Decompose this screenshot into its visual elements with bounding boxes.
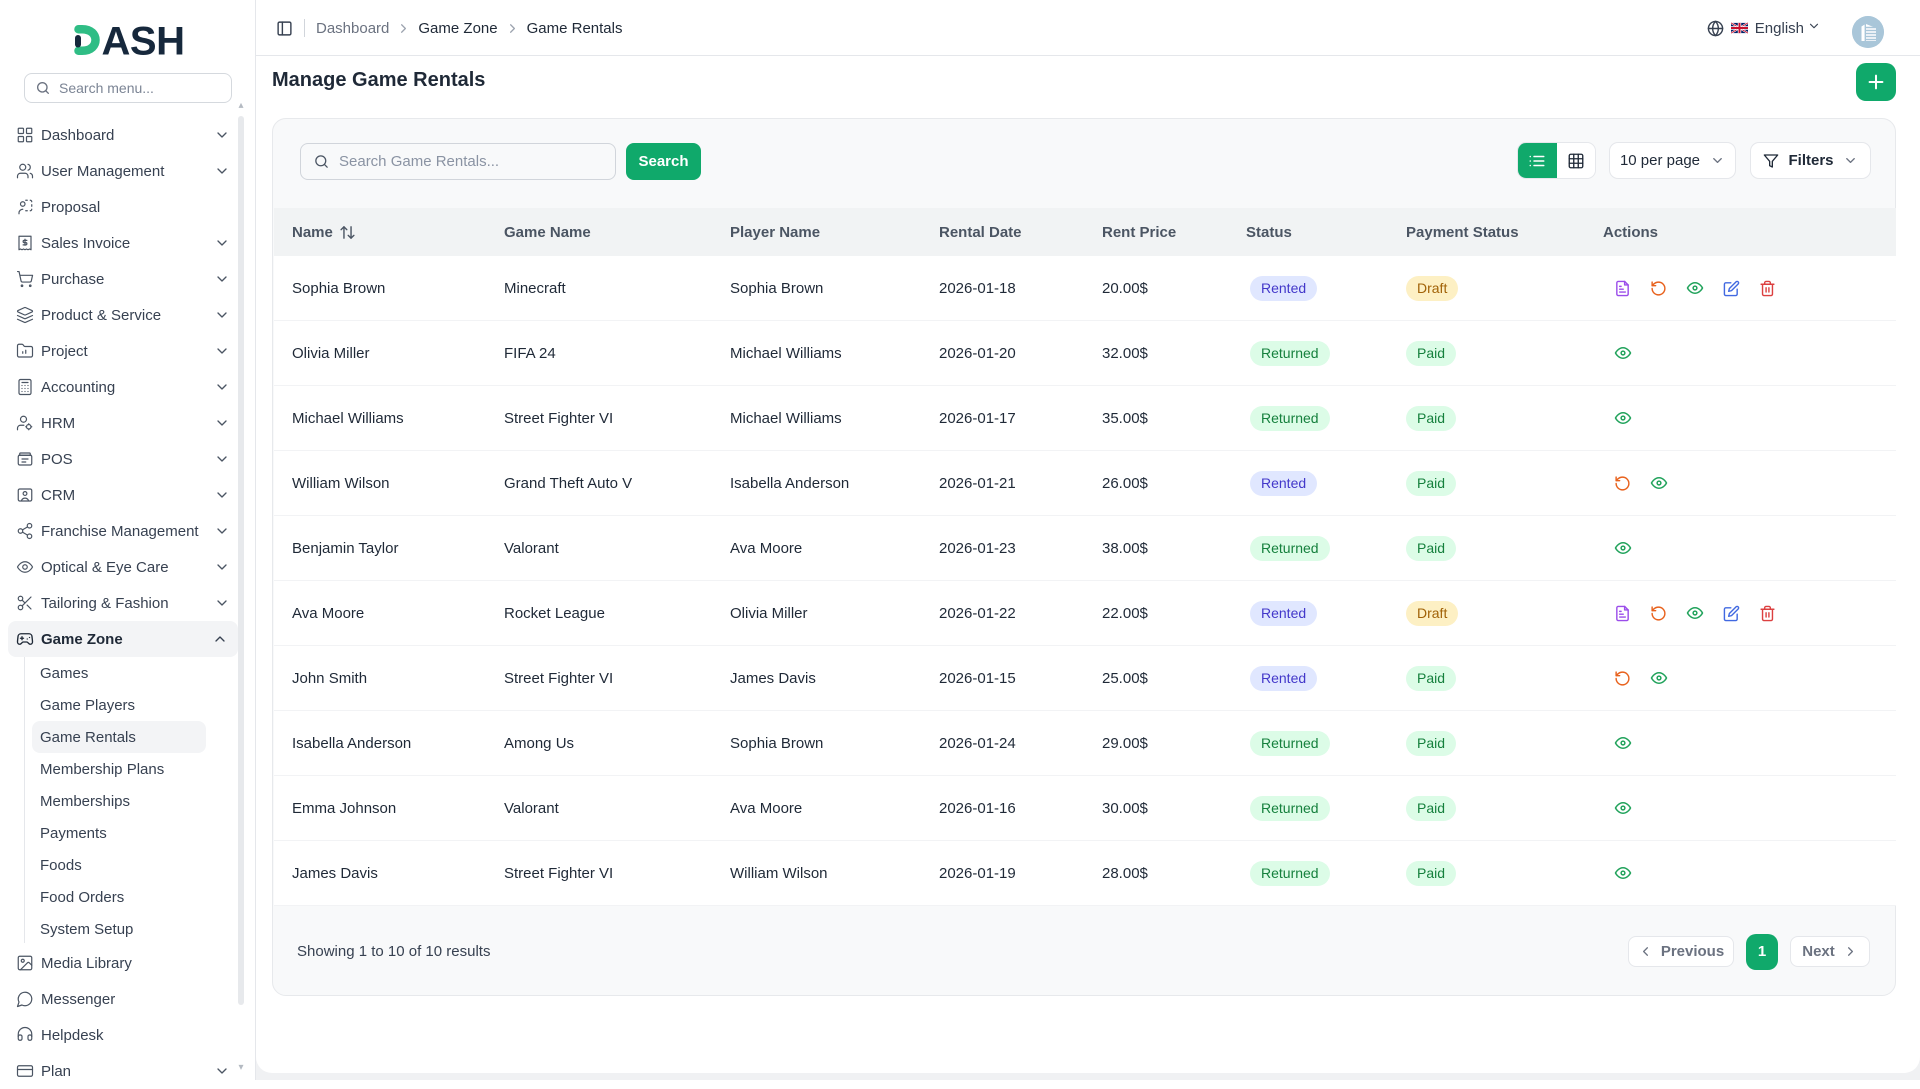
svg-text:ASH: ASH (102, 20, 185, 61)
